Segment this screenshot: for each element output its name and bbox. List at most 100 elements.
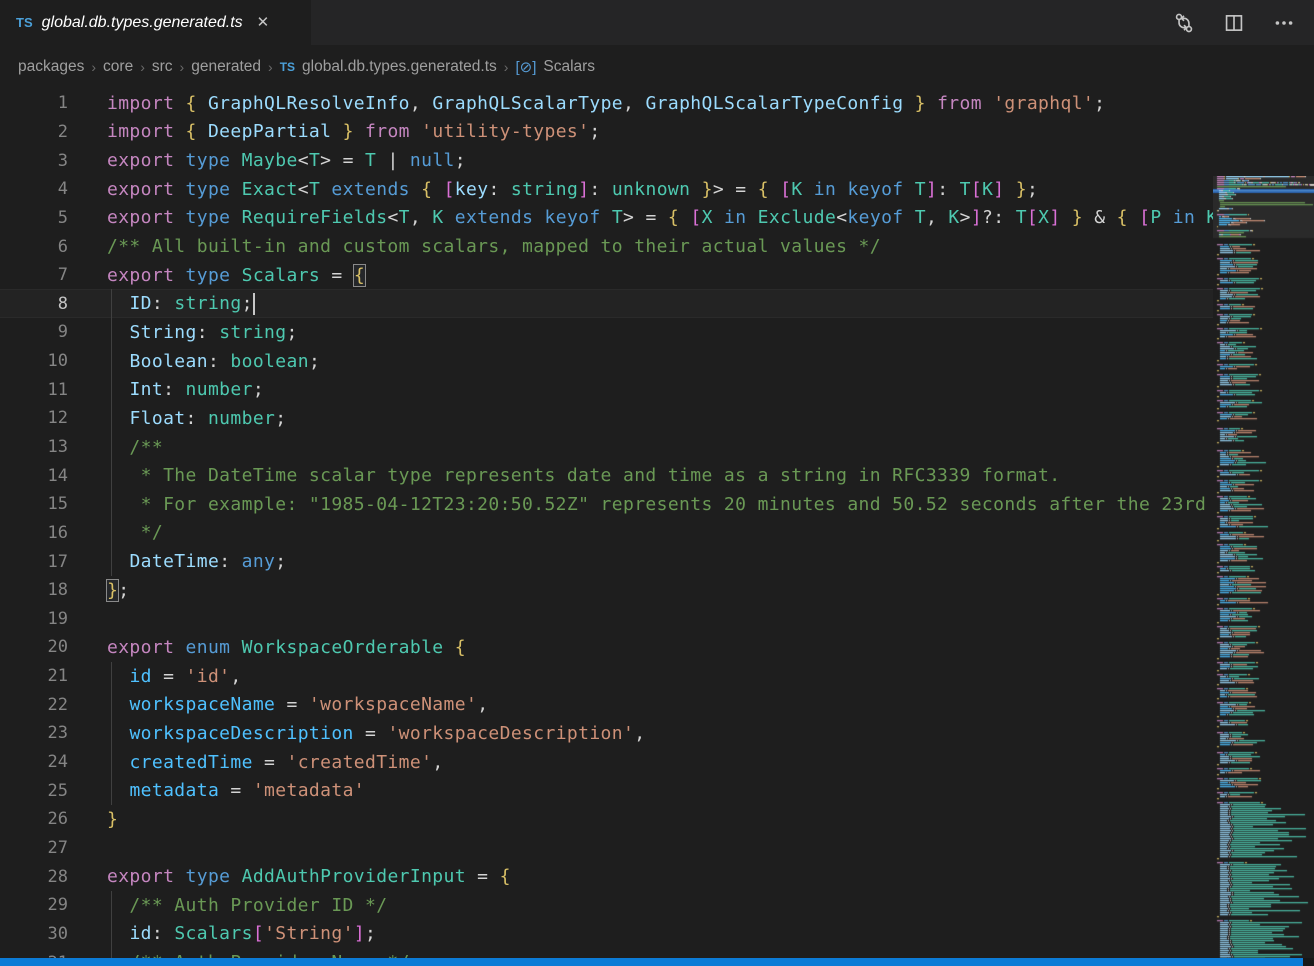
breadcrumb-item-file[interactable]: global.db.types.generated.ts xyxy=(302,58,497,76)
indent-guide xyxy=(111,289,112,318)
more-actions-icon[interactable] xyxy=(1272,11,1296,35)
code-line-19: 19 xyxy=(0,605,1213,634)
code-editor[interactable]: 1import { GraphQLResolveInfo, GraphQLSca… xyxy=(0,88,1314,958)
code-line-8: 8 ID: string; xyxy=(0,289,1213,318)
line-number: 27 xyxy=(0,838,68,858)
split-editor-icon[interactable] xyxy=(1222,11,1246,35)
code-text: * The DateTime scalar type represents da… xyxy=(107,465,1060,486)
code-text: } xyxy=(107,809,118,830)
code-area: 1import { GraphQLResolveInfo, GraphQLSca… xyxy=(0,89,1213,958)
open-changes-icon[interactable] xyxy=(1172,11,1196,35)
code-line-28: 28 export type AddAuthProviderInput = { xyxy=(0,862,1213,891)
line-number: 24 xyxy=(0,752,68,772)
line-number: 14 xyxy=(0,466,68,486)
line-number: 18 xyxy=(0,580,68,600)
code-text: */ xyxy=(107,522,163,543)
line-number: 29 xyxy=(0,895,68,915)
code-line-10: 10 Boolean: boolean; xyxy=(0,347,1213,376)
code-line-5: 5 export type RequireFields<T, K extends … xyxy=(0,204,1213,233)
code-line-12: 12 Float: number; xyxy=(0,404,1213,433)
line-number: 28 xyxy=(0,867,68,887)
code-text: export type Scalars = { xyxy=(107,265,365,286)
indent-guide xyxy=(111,490,112,519)
line-number: 22 xyxy=(0,695,68,715)
indent-guide xyxy=(111,404,112,433)
line-number: 13 xyxy=(0,437,68,457)
typescript-file-icon: TS xyxy=(280,60,295,74)
breadcrumb-separator-icon: › xyxy=(268,59,273,75)
code-line-26: 26} xyxy=(0,805,1213,834)
indent-guide xyxy=(111,347,112,376)
minimap[interactable] xyxy=(1213,176,1314,958)
code-line-9: 9 String: string; xyxy=(0,318,1213,347)
code-text: ID: string; xyxy=(107,293,255,315)
indent-guide xyxy=(111,920,112,949)
indent-guide xyxy=(111,719,112,748)
status-bar-corner xyxy=(1303,958,1314,966)
status-bar[interactable] xyxy=(0,958,1303,966)
indent-guide xyxy=(111,433,112,462)
typescript-file-icon: TS xyxy=(16,15,33,30)
breadcrumb-item-symbol[interactable]: Scalars xyxy=(543,58,595,76)
code-text: export type Exact<T extends { [key: stri… xyxy=(107,179,1038,200)
symbol-type-icon: [⊘] xyxy=(515,58,536,76)
code-text: export type RequireFields<T, K extends k… xyxy=(107,207,1213,228)
code-line-30: 30 id: Scalars['String']; xyxy=(0,920,1213,949)
code-text: /** xyxy=(107,437,163,458)
code-text: }; xyxy=(107,580,129,601)
code-line-25: 25 metadata = 'metadata' xyxy=(0,776,1213,805)
line-number: 4 xyxy=(0,179,68,199)
close-tab-icon[interactable]: ✕ xyxy=(257,15,270,30)
breadcrumb-separator-icon: › xyxy=(504,59,509,75)
code-line-16: 16 */ xyxy=(0,519,1213,548)
code-line-31: 31 /** Auth Provider Name */ xyxy=(0,948,1213,958)
editor-actions xyxy=(1172,0,1314,45)
breadcrumb-item-packages[interactable]: packages xyxy=(18,58,84,76)
code-line-2: 2import { DeepPartial } from 'utility-ty… xyxy=(0,118,1213,147)
breadcrumb-separator-icon: › xyxy=(91,59,96,75)
tab-global-db-types-generated[interactable]: TS global.db.types.generated.ts ✕ xyxy=(0,0,312,45)
line-number: 3 xyxy=(0,151,68,171)
code-text: /** All built-in and custom scalars, map… xyxy=(107,236,881,257)
line-number: 23 xyxy=(0,723,68,743)
code-text: export type AddAuthProviderInput = { xyxy=(107,866,511,887)
code-text: Float: number; xyxy=(107,408,287,429)
code-line-11: 11 Int: number; xyxy=(0,375,1213,404)
line-number: 17 xyxy=(0,552,68,572)
breadcrumb-item-src[interactable]: src xyxy=(152,58,173,76)
code-line-7: 7export type Scalars = { xyxy=(0,261,1213,290)
code-text: workspaceName = 'workspaceName', xyxy=(107,694,488,715)
line-number: 2 xyxy=(0,122,68,142)
code-line-6: 6/** All built-in and custom scalars, ma… xyxy=(0,232,1213,261)
line-number: 9 xyxy=(0,322,68,342)
indent-guide xyxy=(111,318,112,347)
line-number: 26 xyxy=(0,809,68,829)
code-line-20: 20export enum WorkspaceOrderable { xyxy=(0,633,1213,662)
breadcrumb-item-core[interactable]: core xyxy=(103,58,133,76)
code-line-3: 3 export type Maybe<T> = T | null; xyxy=(0,146,1213,175)
code-text: id = 'id', xyxy=(107,666,242,687)
line-number: 10 xyxy=(0,351,68,371)
indent-guide xyxy=(111,748,112,777)
vscode-window: TS global.db.types.generated.ts ✕ xyxy=(0,0,1314,966)
line-number: 1 xyxy=(0,93,68,113)
breadcrumb: packages›core›src›generated›TSglobal.db.… xyxy=(0,45,1314,88)
code-text: export enum WorkspaceOrderable { xyxy=(107,637,466,658)
line-number: 8 xyxy=(0,294,68,314)
code-line-24: 24 createdTime = 'createdTime', xyxy=(0,748,1213,777)
code-text: workspaceDescription = 'workspaceDescrip… xyxy=(107,723,645,744)
code-text: metadata = 'metadata' xyxy=(107,780,365,801)
line-number: 11 xyxy=(0,380,68,400)
code-line-14: 14 * The DateTime scalar type represents… xyxy=(0,461,1213,490)
code-text: * For example: "1985-04-12T23:20:50.52Z"… xyxy=(107,494,1213,515)
indent-guide xyxy=(111,662,112,691)
breadcrumb-item-generated[interactable]: generated xyxy=(191,58,261,76)
code-text: export type Maybe<T> = T | null; xyxy=(107,150,466,171)
tab-title: global.db.types.generated.ts xyxy=(42,14,243,32)
line-number: 5 xyxy=(0,208,68,228)
code-line-21: 21 id = 'id', xyxy=(0,662,1213,691)
code-line-13: 13 /** xyxy=(0,433,1213,462)
code-text: Boolean: boolean; xyxy=(107,351,320,372)
indent-guide xyxy=(111,461,112,490)
indent-guide xyxy=(111,948,112,958)
